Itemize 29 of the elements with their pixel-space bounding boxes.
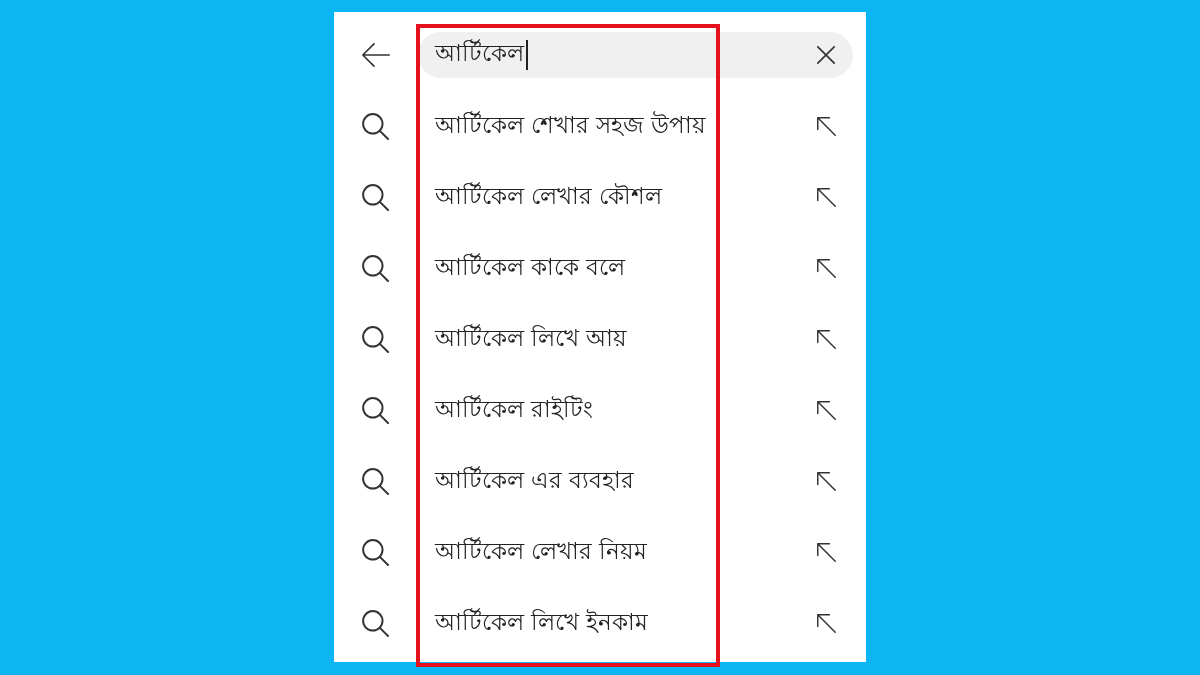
arrow-up-left-icon[interactable] [817, 472, 836, 491]
arrow-up-left-icon[interactable] [817, 543, 836, 562]
suggestion-text[interactable]: আর্টিকেল লিখে আয় [435, 320, 628, 359]
arrow-up-left-icon[interactable] [817, 614, 836, 633]
arrow-up-left-icon[interactable] [817, 259, 836, 278]
arrow-up-left-icon[interactable] [817, 330, 836, 349]
arrow-up-left-icon[interactable] [817, 401, 836, 420]
suggestion-text[interactable]: আর্টিকেল রাইটিং [435, 391, 594, 430]
arrow-up-left-icon[interactable] [817, 188, 836, 207]
arrow-left-icon [362, 43, 390, 67]
arrow-up-left-icon[interactable] [817, 117, 836, 136]
search-icon [361, 184, 389, 211]
suggestion-text[interactable]: আর্টিকেল লেখার নিয়ম [435, 533, 648, 572]
suggestion-text[interactable]: আর্টিকেল লিখে ইনকাম [435, 604, 649, 643]
search-icon [361, 255, 389, 282]
search-icon [361, 610, 389, 637]
search-icon [361, 397, 389, 424]
clear-button[interactable] [815, 44, 837, 66]
suggestion-text[interactable]: আর্টিকেল এর ব্যবহার [435, 462, 635, 501]
suggestion-text[interactable]: আর্টিকেল কাকে বলে [435, 249, 626, 288]
search-icon [361, 113, 389, 140]
search-field[interactable]: আর্টিকেল [418, 32, 853, 78]
search-icon [361, 468, 389, 495]
close-icon [817, 46, 835, 64]
suggestion-text[interactable]: আর্টিকেল লেখার কৌশল [435, 178, 663, 217]
suggestion-text[interactable]: আর্টিকেল শেখার সহজ উপায় [435, 107, 707, 146]
search-icon [361, 326, 389, 353]
search-icon [361, 539, 389, 566]
search-query: আর্টিকেল [435, 38, 524, 68]
